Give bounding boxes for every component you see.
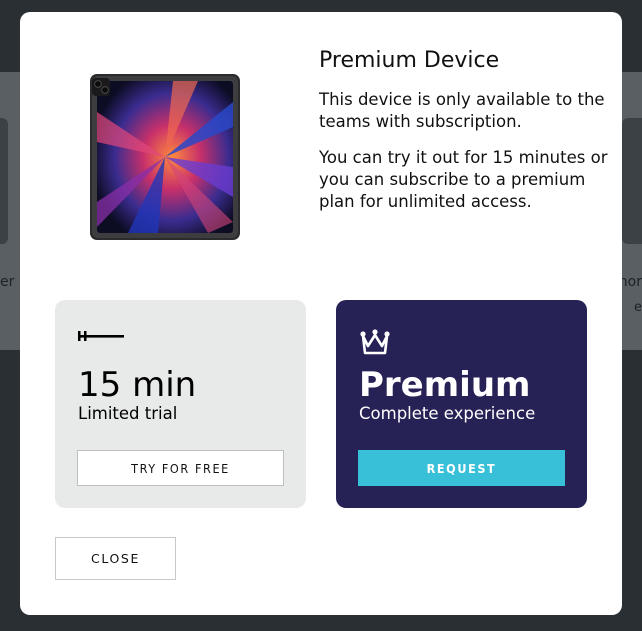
- premium-device-modal: Premium Device This device is only avail…: [20, 12, 622, 615]
- trial-plan-card: 15 min Limited trial TRY FOR FREE: [55, 300, 306, 508]
- premium-plan-title: Premium: [359, 365, 531, 405]
- background-card-right: [622, 118, 642, 244]
- crown-icon: [360, 329, 390, 355]
- modal-description-2: You can try it out for 15 minutes or you…: [319, 148, 608, 211]
- device-info: Premium Device This device is only avail…: [319, 48, 609, 227]
- background-text-left: er: [0, 274, 15, 290]
- premium-plan-card: Premium Complete experience REQUEST: [336, 300, 587, 508]
- background-text-right: nor: [622, 274, 642, 290]
- trial-plan-title: 15 min: [78, 365, 197, 405]
- premium-plan-subtitle: Complete experience: [359, 404, 536, 423]
- try-for-free-button[interactable]: TRY FOR FREE: [77, 450, 284, 486]
- background-text-right-2: e: [634, 300, 642, 315]
- modal-description-1: This device is only available to the tea…: [319, 90, 605, 131]
- close-button[interactable]: CLOSE: [55, 537, 176, 580]
- request-button[interactable]: REQUEST: [358, 450, 565, 486]
- tablet-device-image: [90, 74, 240, 240]
- modal-title: Premium Device: [319, 48, 500, 73]
- timer-bar-icon: [78, 331, 124, 341]
- background-card-left: [0, 118, 8, 244]
- trial-plan-subtitle: Limited trial: [78, 404, 178, 423]
